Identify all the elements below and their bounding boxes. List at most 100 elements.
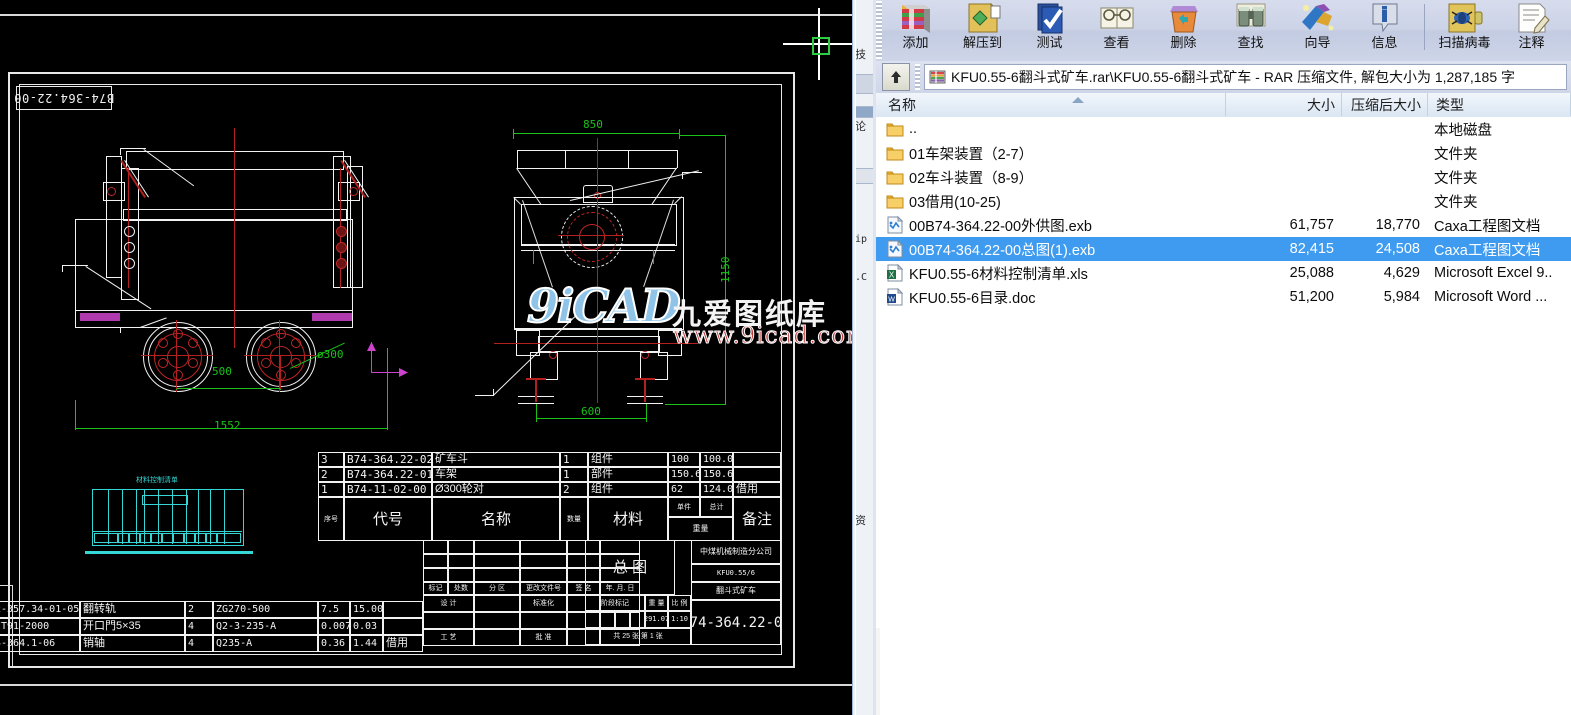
signature-blank-cell [520, 540, 567, 554]
folder-icon [886, 192, 904, 210]
file-name-cell: XKFU0.55-6材料控制清单.xls [886, 263, 1088, 284]
parts-cell-qty: 1 [560, 452, 588, 467]
winrar-address-bar[interactable]: KFU0.55-6翻斗式矿车.rar\KFU0.55-6翻斗式矿车 - RAR … [876, 61, 1571, 94]
up-one-level-button[interactable] [882, 63, 910, 91]
folder-icon [886, 144, 904, 162]
drawing-number-cell: B74-364.22-00 [691, 600, 781, 645]
word-file-icon: W [886, 288, 904, 306]
gear-bore [579, 224, 605, 250]
background-window-sliver[interactable]: 技 论 ip .C 资 [852, 0, 878, 715]
parts-header-weight: 重量 [668, 517, 733, 541]
toolbar-button-测试[interactable]: 测试 [1016, 0, 1083, 58]
column-header-size[interactable]: 大小 [1226, 93, 1342, 116]
dim-600-tick-r [646, 404, 647, 422]
parts-cell-total_w: 100.00 [700, 452, 733, 467]
dim-600-tick-l [536, 404, 537, 422]
file-row[interactable]: 02车斗装置（8-9）文件夹 [876, 165, 1571, 189]
file-row[interactable]: WKFU0.55-6目录.doc51,2005,984Microsoft Wor… [876, 285, 1571, 309]
crosshair-pickbox [812, 37, 830, 55]
product-name-cell: 翻斗式矿车 [691, 582, 781, 600]
file-row[interactable]: 00B74-364.22-00总图(1).exb82,41524,508Caxa… [876, 237, 1571, 261]
test-icon [1030, 2, 1070, 34]
caxa-file-icon [886, 216, 904, 234]
toolbar-button-label: 查找 [1237, 36, 1263, 49]
wheel-right-hub [270, 346, 292, 368]
toolbar-button-解压到[interactable]: 解压到 [949, 0, 1016, 58]
file-row[interactable]: ..本地磁盘 [876, 117, 1571, 141]
comment-icon [1512, 2, 1552, 34]
extract-to-icon [963, 2, 1003, 34]
file-type-cell: 文件夹 [1434, 167, 1571, 188]
file-row[interactable]: XKFU0.55-6材料控制清单.xls25,0884,629Microsoft… [876, 261, 1571, 285]
file-name-cell: 00B74-364.22-00总图(1).exb [886, 239, 1095, 260]
wheel-left-axis-h [141, 355, 213, 356]
overflow-cell-code: 4-364.1-06 [0, 635, 80, 652]
file-list-header[interactable]: 名称大小压缩后大小类型 [876, 93, 1571, 118]
screen-root: B74-364.22-00 [0, 0, 1571, 715]
parts-cell-name: 车架 [432, 467, 560, 482]
cad-drawing-pane[interactable]: B74-364.22-00 [0, 0, 852, 715]
right-pin-hole-3 [336, 258, 347, 269]
toolbar-button-向导[interactable]: 向导 [1284, 0, 1351, 58]
toolbar-button-注释[interactable]: 注释 [1498, 0, 1565, 58]
stage-header: 重 量 [645, 595, 668, 611]
dim-side-top-width: 850 [583, 118, 603, 131]
overflow-cell-total_w: 1.44 [350, 635, 383, 652]
front-view-center-line [234, 128, 235, 348]
column-header-type[interactable]: 类型 [1428, 93, 1571, 116]
cad-crosshair-cursor[interactable] [783, 8, 852, 80]
toolbar-button-删除[interactable]: 删除 [1150, 0, 1217, 58]
leader-tick [120, 148, 121, 155]
parts-cell-material: 组件 [588, 482, 668, 497]
wheel-left-bolt-3 [188, 358, 198, 368]
file-row[interactable]: 03借用(10-25)文件夹 [876, 189, 1571, 213]
file-row[interactable]: 01车架装置（2-7）文件夹 [876, 141, 1571, 165]
column-header-name[interactable]: 名称 [880, 93, 1226, 116]
body-top-rail [126, 151, 344, 170]
winrar-toolbar[interactable]: 添加解压到测试 查看删除查找 向导信息扫描病毒注释 [876, 0, 1571, 62]
hopper-div-1 [565, 150, 566, 168]
bg-tab-segment-2[interactable] [855, 106, 875, 118]
file-name-cell: 00B74-364.22-00外供图.exb [886, 215, 1092, 236]
toolbar-button-扫描病毒[interactable]: 扫描病毒 [1431, 0, 1498, 58]
file-row[interactable]: 00B74-364.22-00外供图.exb61,75718,770Caxa工程… [876, 213, 1571, 237]
packed-size-cell: 4,629 [1342, 265, 1420, 281]
address-grip[interactable] [915, 64, 920, 90]
rail-l-flange [526, 378, 546, 380]
signature-header: 分 区 [474, 582, 520, 595]
file-list[interactable]: ..本地磁盘01车架装置（2-7）文件夹02车斗装置（8-9）文件夹03借用(1… [876, 117, 1571, 628]
archive-path-field[interactable]: KFU0.55-6翻斗式矿车.rar\KFU0.55-6翻斗式矿车 - RAR … [924, 64, 1567, 90]
sheet-corner-drawing-code: B74-364.22-00 [16, 86, 112, 110]
magenta-detail-left [80, 313, 120, 321]
svg-text:X: X [889, 270, 895, 279]
sheet-count-cell: 共 25 张 第 1 张 [585, 628, 691, 645]
side-axle-beam [538, 336, 660, 352]
parts-cell-total_w: 124.00 [700, 482, 733, 497]
rail-r-bottom [627, 403, 663, 404]
packed-size-cell: 18,770 [1342, 217, 1420, 233]
bg-label-2: 论 [855, 118, 866, 134]
excel-file-icon: X [886, 264, 904, 282]
toolbar-button-信息[interactable]: 信息 [1351, 0, 1418, 58]
toolbar-button-label: 测试 [1036, 36, 1062, 49]
column-header-packed[interactable]: 压缩后大小 [1342, 93, 1428, 116]
signature-blank [474, 629, 520, 646]
dim-overall-tick-r [387, 348, 388, 430]
parts-cell-material: 组件 [588, 452, 668, 467]
file-list-empty-area[interactable] [876, 628, 1571, 715]
dim-overall-width: 1552 [214, 419, 241, 432]
dim-wheelbase-ext-l [176, 355, 177, 389]
model-code-cell: KFU0.55/6 [691, 564, 781, 582]
toolbar-button-添加[interactable]: 添加 [882, 0, 949, 58]
winrar-window[interactable]: 添加解压到测试 查看删除查找 向导信息扫描病毒注释 KFU0.55-6翻斗式矿车.r… [876, 0, 1571, 715]
right-pin-hole-1 [336, 226, 347, 237]
toolbar-button-查找[interactable]: 查找 [1217, 0, 1284, 58]
folder-icon [886, 168, 904, 186]
file-type-cell: Caxa工程图文档 [1434, 215, 1571, 236]
bg-tab-segment-3[interactable] [855, 168, 875, 184]
parts-header-note: 备注 [733, 497, 781, 541]
dim-1150-tick-bot [665, 404, 726, 405]
bg-tab-segment-1[interactable] [855, 74, 875, 94]
toolbar-button-查看[interactable]: 查看 [1083, 0, 1150, 58]
find-icon [1231, 2, 1271, 34]
